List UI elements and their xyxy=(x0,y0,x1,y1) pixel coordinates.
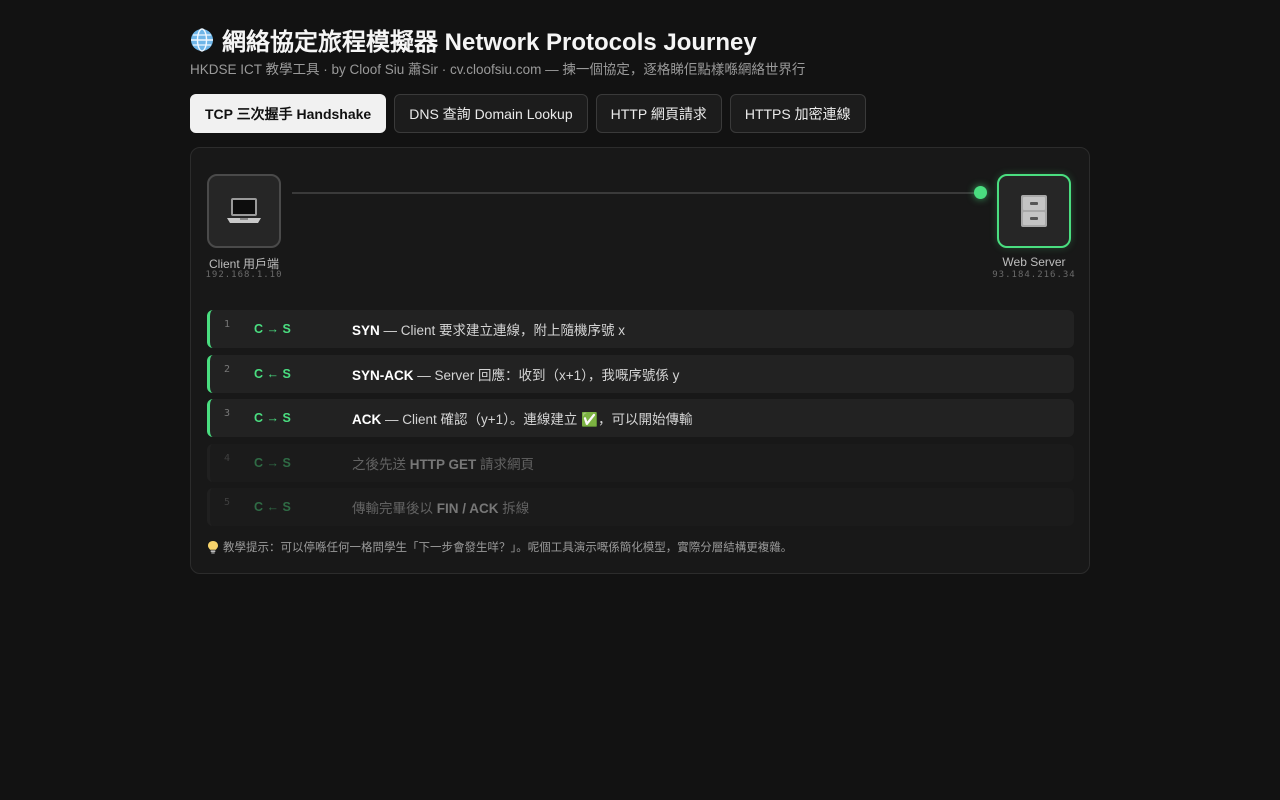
step-row-4[interactable]: 4 C → S 之後先送 HTTP GET 請求網頁 xyxy=(207,443,1074,482)
step-row-2[interactable]: 2 C ← S SYN-ACK — Server 回應：收到（x+1），我嘅序號… xyxy=(207,354,1074,393)
step-list: 1 C → S SYN — Client 要求建立連線，附上隨機序號 x 2 C… xyxy=(207,310,1074,533)
globe-icon xyxy=(191,27,213,52)
step-description: 之後先送 HTTP GET 請求網頁 xyxy=(352,453,534,473)
step-prefix: 之後先送 xyxy=(352,456,410,472)
page-title: 網絡協定旅程模擬器 Network Protocols Journey xyxy=(190,22,757,57)
step-prefix: 傳輸完畢後以 xyxy=(352,501,437,516)
step-number: 2 xyxy=(224,363,231,375)
tab-tcp-handshake[interactable]: TCP 三次握手 Handshake xyxy=(190,94,387,133)
file-cabinet-icon xyxy=(1021,195,1047,227)
step-detail: — Server 回應：收到（x+1），我嘅序號係 y xyxy=(413,367,680,383)
step-number: 4 xyxy=(224,452,231,464)
step-direction: C ← S xyxy=(254,366,291,381)
step-keyword: ACK xyxy=(352,412,382,427)
client-ip: 192.168.1.10 xyxy=(205,270,283,280)
step-number: 3 xyxy=(224,408,231,419)
step-keyword: SYN xyxy=(352,323,380,338)
teaching-hint: 教學提示：可以停喺任何一格問學生「下一步會發生咩？」。呢個工具演示嘅係簡化模型，… xyxy=(207,539,792,555)
step-keyword: SYN-ACK xyxy=(352,367,414,383)
tab-dns-lookup[interactable]: DNS 查詢 Domain Lookup xyxy=(394,94,588,133)
hint-text: 教學提示：可以停喺任何一格問學生「下一步會發生咩？」。呢個工具演示嘅係簡化模型，… xyxy=(223,542,793,554)
step-detail: — Client 確認（y+1）。連線建立 ✅，可以開始傳輸 xyxy=(381,412,693,427)
step-direction: C → S xyxy=(254,322,291,336)
step-detail: 拆線 xyxy=(498,501,530,516)
server-node xyxy=(997,174,1071,248)
step-number: 1 xyxy=(224,319,231,330)
simulation-panel: Client 用戶端 192.168.1.10 Web Server 93.18… xyxy=(190,147,1090,574)
packet-dot xyxy=(974,186,987,199)
step-direction: C ← S xyxy=(254,500,291,514)
step-detail: 請求網頁 xyxy=(476,456,535,472)
lightbulb-icon xyxy=(208,541,218,554)
page-subtitle: HKDSE ICT 教學工具 · by Cloof Siu 蕭Sir · cv.… xyxy=(190,62,806,77)
step-keyword: FIN / ACK xyxy=(436,501,499,516)
step-number: 5 xyxy=(224,497,231,508)
server-ip: 93.184.216.34 xyxy=(992,270,1076,280)
protocol-tabs: TCP 三次握手 Handshake DNS 查詢 Domain Lookup … xyxy=(190,94,866,133)
step-row-5[interactable]: 5 C ← S 傳輸完畢後以 FIN / ACK 拆線 xyxy=(207,488,1074,526)
step-description: ACK — Client 確認（y+1）。連線建立 ✅，可以開始傳輸 xyxy=(352,408,692,428)
laptop-icon xyxy=(227,198,261,223)
step-keyword: HTTP GET xyxy=(409,456,477,472)
step-description: 傳輸完畢後以 FIN / ACK 拆線 xyxy=(352,497,529,517)
step-detail: — Client 要求建立連線，附上隨機序號 x xyxy=(379,323,626,338)
step-direction: C → S xyxy=(254,455,291,470)
server-label: Web Server xyxy=(1002,255,1066,269)
connection-line xyxy=(292,192,982,194)
page-title-text: 網絡協定旅程模擬器 Network Protocols Journey xyxy=(222,29,757,56)
step-direction: C → S xyxy=(254,411,291,425)
step-description: SYN — Client 要求建立連線，附上隨機序號 x xyxy=(352,319,625,339)
step-row-3[interactable]: 3 C → S ACK — Client 確認（y+1）。連線建立 ✅，可以開始… xyxy=(207,399,1074,437)
client-node xyxy=(207,174,281,248)
step-description: SYN-ACK — Server 回應：收到（x+1），我嘅序號係 y xyxy=(352,364,679,384)
tab-https-connection[interactable]: HTTPS 加密連線 xyxy=(729,94,866,133)
tab-http-request[interactable]: HTTP 網頁請求 xyxy=(595,94,722,133)
step-row-1[interactable]: 1 C → S SYN — Client 要求建立連線，附上隨機序號 x xyxy=(207,310,1074,348)
